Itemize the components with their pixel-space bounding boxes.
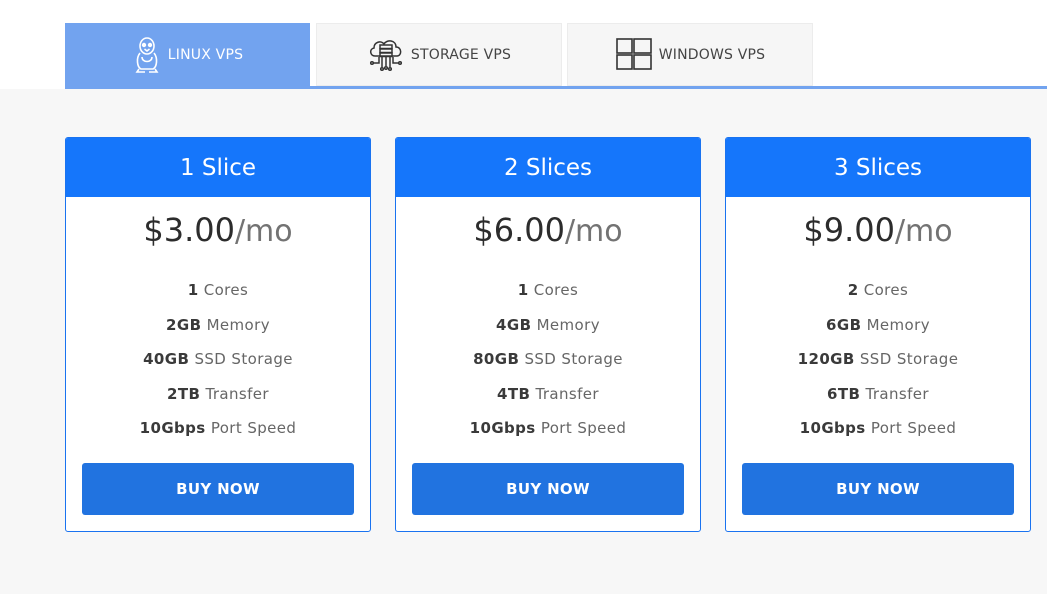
feature-storage: 120GB SSD Storage [797,350,959,368]
plan-card: 2 Slices $6.00/mo 1 Cores 4GB Memory 80G… [395,137,701,532]
plan-price: $6.00/mo [396,211,700,255]
feature-memory: 2GB Memory [166,315,270,334]
price-amount: $6.00 [473,211,565,249]
plan-name: 2 Slices [396,138,700,197]
tab-storage-vps[interactable]: STORAGE VPS [316,23,562,86]
tab-label: STORAGE VPS [410,46,512,63]
feature-list: 1 Cores 4GB Memory 80GB SSD Storage 4TB … [396,281,700,454]
buy-now-button[interactable]: BUY NOW [742,463,1014,515]
tab-label: WINDOWS VPS [658,46,766,63]
plan-name: 1 Slice [66,138,370,197]
plan-name: 3 Slices [726,138,1030,197]
feature-port-speed: 10Gbps Port Speed [139,419,297,437]
price-unit: /mo [894,214,953,249]
price-unit: /mo [564,214,623,249]
tab-windows-vps[interactable]: WINDOWS VPS [567,23,813,86]
plan-card: 3 Slices $9.00/mo 2 Cores 6GB Memory 120… [725,137,1031,532]
feature-transfer: 2TB Transfer [167,384,269,403]
plan-price: $9.00/mo [726,211,1030,255]
feature-list: 1 Cores 2GB Memory 40GB SSD Storage 2TB … [66,281,370,454]
feature-storage: 80GB SSD Storage [473,350,623,368]
buy-now-button[interactable]: BUY NOW [412,463,684,515]
feature-cores: 2 Cores [847,281,909,299]
feature-transfer: 6TB Transfer [827,384,929,403]
feature-memory: 4GB Memory [496,315,600,334]
plan-tabs: LINUX VPS STORAGE VPS WINDOWS VPS [0,0,1047,89]
feature-transfer: 4TB Transfer [497,384,599,403]
feature-cores: 1 Cores [517,281,579,299]
feature-list: 2 Cores 6GB Memory 120GB SSD Storage 6TB… [726,281,1030,454]
price-amount: $9.00 [803,211,895,249]
price-amount: $3.00 [143,211,235,249]
feature-cores: 1 Cores [187,281,249,299]
feature-port-speed: 10Gbps Port Speed [799,419,957,437]
feature-port-speed: 10Gbps Port Speed [469,419,627,437]
plan-card: 1 Slice $3.00/mo 1 Cores 2GB Memory 40GB… [65,137,371,532]
windows-icon [615,37,653,73]
cloud-server-icon [367,36,405,74]
buy-now-button[interactable]: BUY NOW [82,463,354,515]
tab-label: LINUX VPS [167,46,244,63]
penguin-icon [132,36,162,74]
plan-price: $3.00/mo [66,211,370,255]
tab-linux-vps[interactable]: LINUX VPS [65,23,310,86]
price-unit: /mo [234,214,293,249]
feature-memory: 6GB Memory [826,315,930,334]
pricing-section: 1 Slice $3.00/mo 1 Cores 2GB Memory 40GB… [0,89,1047,594]
feature-storage: 40GB SSD Storage [143,350,293,368]
